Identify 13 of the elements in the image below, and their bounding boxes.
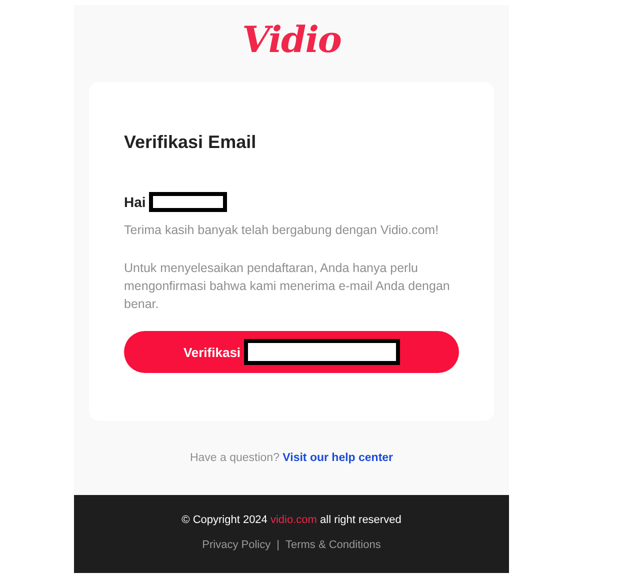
- help-center-link[interactable]: Visit our help center: [282, 452, 394, 464]
- help-text: Have a question? Visit our help center: [190, 452, 394, 464]
- card-title: Verifikasi Email: [124, 132, 258, 153]
- body-text: Untuk menyelesaikan pendaftaran, Anda hanya perlu mengonfirmasi bahwa kami menerima e-mail Anda dengan benar.: [124, 260, 451, 313]
- footer-link[interactable]: Privacy Policy: [202, 539, 271, 551]
- verify-button[interactable]: Verifikasi: [124, 331, 459, 373]
- copyright-text: © Copyright 2024 vidio.com all right reserved: [180, 514, 402, 526]
- separator: |: [276, 539, 280, 551]
- logo: Vidio: [242, 20, 341, 63]
- site-link[interactable]: vidio.com: [270, 514, 317, 526]
- greeting: Hai: [124, 194, 146, 210]
- footer-link[interactable]: Terms & Conditions: [285, 539, 381, 551]
- body-text: Terima kasih banyak telah bergabung dengan Vidio.com!: [124, 222, 440, 239]
